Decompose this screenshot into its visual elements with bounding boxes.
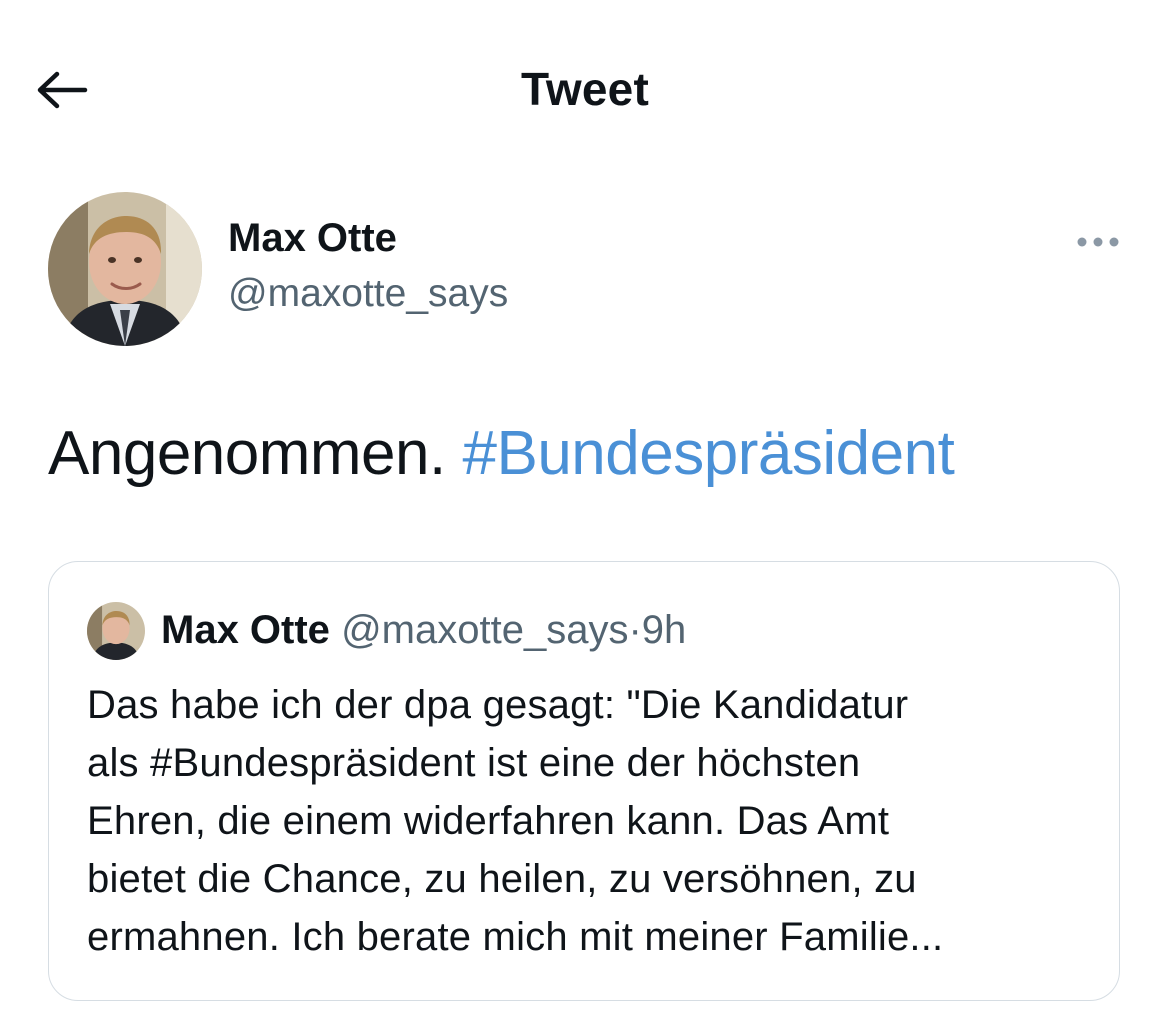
quoted-tweet-header: Max Otte @maxotte_says·9h <box>87 602 1087 662</box>
more-options-button[interactable] <box>1068 222 1128 262</box>
quoted-separator: · <box>628 608 642 652</box>
quoted-author-name: Max Otte <box>161 608 330 652</box>
quoted-timestamp: 9h <box>641 608 687 652</box>
quoted-text-line: ermahnen. Ich berate mich mit meiner Fam… <box>87 915 944 959</box>
quoted-text-line: Das habe ich der dpa gesagt: "Die Kandid… <box>87 683 909 727</box>
quoted-avatar-portrait <box>87 602 145 660</box>
quoted-tweet-meta: Max Otte @maxotte_says·9h <box>161 608 686 653</box>
quoted-tweet-text: Das habe ich der dpa gesagt: "Die Kandid… <box>87 676 1097 966</box>
quoted-avatar <box>87 602 145 660</box>
tweet-text-body: Angenommen. <box>48 419 446 488</box>
quoted-text-line: bietet die Chance, zu heilen, zu versöhn… <box>87 857 917 901</box>
quoted-text-line: Ehren, die einem widerfahren kann. Das A… <box>87 799 890 843</box>
tweet-author: Max Otte @maxotte_says <box>48 192 1128 348</box>
quoted-author-handle: @maxotte_says <box>341 608 629 652</box>
top-bar: Tweet <box>0 0 1170 170</box>
quoted-text-line: als #Bundespräsident ist eine der höchst… <box>87 741 861 785</box>
avatar[interactable] <box>48 192 202 346</box>
author-handle: @maxotte_says <box>228 272 509 315</box>
quoted-tweet-card[interactable]: Max Otte @maxotte_says·9h Das habe ich d… <box>48 561 1120 1001</box>
tweet-detail-screen: Tweet Max Otte @maxotte_says Angenommen.… <box>0 0 1170 1025</box>
avatar-portrait <box>48 192 202 346</box>
hashtag-link[interactable]: #Bundespräsident <box>462 419 954 488</box>
more-horizontal-icon <box>1077 237 1119 247</box>
page-title: Tweet <box>521 63 649 115</box>
tweet-text: Angenommen. #Bundespräsident <box>48 418 955 489</box>
author-name[interactable]: Max Otte <box>228 216 397 261</box>
